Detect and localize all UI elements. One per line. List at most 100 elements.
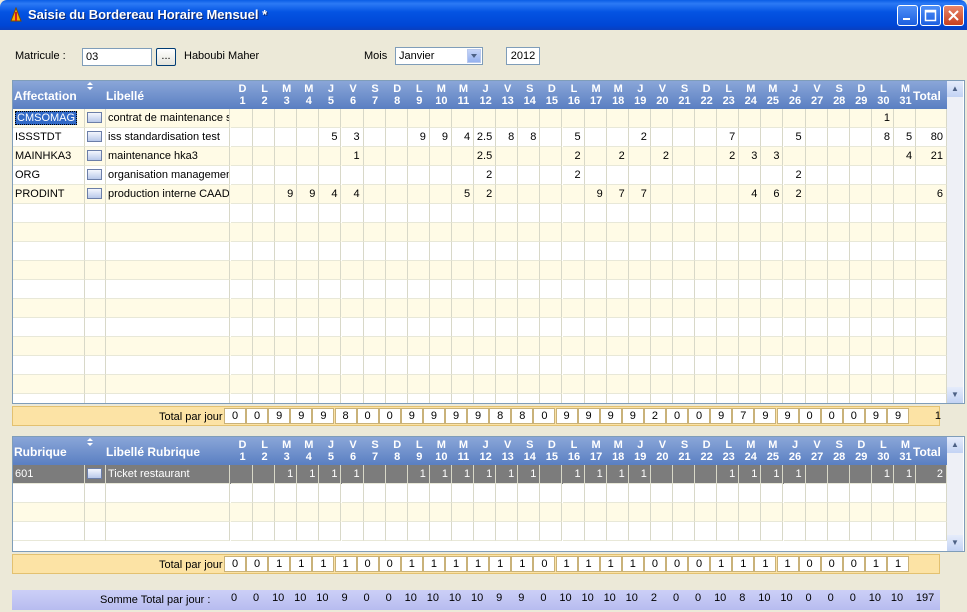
day-cell-30[interactable]	[871, 204, 894, 223]
day-cell-7[interactable]	[363, 204, 386, 223]
day-cell-11[interactable]	[452, 223, 475, 242]
day-cell-20[interactable]	[650, 484, 673, 503]
day-cell-13[interactable]: 1	[496, 465, 519, 484]
day-cell-6[interactable]	[341, 299, 364, 318]
day-cell-3[interactable]	[275, 109, 298, 128]
day-cell-26[interactable]	[783, 318, 806, 337]
day-cell-9[interactable]	[407, 204, 430, 223]
day-cell-25[interactable]: 6	[761, 185, 784, 204]
day-cell-10[interactable]	[429, 318, 452, 337]
day-header-7[interactable]: S7	[364, 83, 387, 107]
row-label[interactable]	[106, 394, 230, 403]
affectation-grid[interactable]: Affectation Libellé D1L2M3M4J5V6S7D8L9M1…	[12, 80, 965, 404]
day-cell-19[interactable]	[628, 375, 651, 394]
day-cell-20[interactable]	[650, 242, 673, 261]
day-cell-1[interactable]	[231, 128, 254, 147]
day-cell-23[interactable]	[717, 299, 740, 318]
day-cell-5[interactable]: 1	[319, 465, 342, 484]
day-cell-23[interactable]	[717, 375, 740, 394]
day-header-12[interactable]: J 12	[474, 83, 497, 107]
day-header-22[interactable]: D 22	[695, 439, 718, 463]
day-cell-9[interactable]	[407, 337, 430, 356]
day-cell-6[interactable]	[341, 503, 364, 522]
day-cell-20[interactable]	[650, 318, 673, 337]
day-cell-21[interactable]	[673, 484, 696, 503]
row-label[interactable]	[106, 356, 230, 375]
day-cell-26[interactable]	[783, 204, 806, 223]
day-cell-4[interactable]	[297, 318, 320, 337]
day-cell-13[interactable]	[496, 242, 519, 261]
day-cell-4[interactable]	[297, 261, 320, 280]
day-cell-15[interactable]	[540, 261, 563, 280]
day-cell-24[interactable]	[739, 394, 762, 403]
day-cell-19[interactable]	[628, 242, 651, 261]
day-cell-16[interactable]	[562, 484, 585, 503]
day-cell-2[interactable]	[253, 394, 276, 403]
day-cell-21[interactable]	[673, 147, 696, 166]
day-cell-25[interactable]	[761, 261, 784, 280]
day-cell-29[interactable]	[850, 394, 872, 403]
day-cell-27[interactable]	[805, 166, 828, 185]
row-code[interactable]	[13, 204, 85, 223]
day-cell-5[interactable]	[319, 318, 342, 337]
day-cell-17[interactable]	[584, 109, 607, 128]
day-cell-23[interactable]	[717, 318, 740, 337]
day-cell-13[interactable]	[496, 394, 519, 403]
empty-row[interactable]	[13, 204, 947, 223]
day-cell-19[interactable]: 1	[628, 465, 651, 484]
day-cell-18[interactable]	[606, 109, 629, 128]
day-header-4[interactable]: M4	[297, 439, 320, 463]
day-cell-5[interactable]	[319, 261, 342, 280]
day-cell-3[interactable]	[275, 503, 298, 522]
day-cell-26[interactable]	[783, 261, 806, 280]
day-cell-3[interactable]: 1	[275, 465, 298, 484]
day-cell-2[interactable]	[253, 109, 276, 128]
day-cell-21[interactable]	[673, 242, 696, 261]
day-cell-2[interactable]	[253, 204, 276, 223]
day-cell-19[interactable]	[628, 109, 651, 128]
day-cell-11[interactable]	[452, 337, 475, 356]
row-detail-button[interactable]	[87, 112, 102, 123]
day-cell-24[interactable]: 1	[739, 465, 762, 484]
day-cell-25[interactable]	[761, 375, 784, 394]
day-cell-17[interactable]	[585, 394, 607, 403]
day-cell-30[interactable]	[871, 375, 894, 394]
day-cell-7[interactable]	[363, 465, 386, 484]
day-cell-24[interactable]	[739, 204, 762, 223]
day-cell-16[interactable]	[562, 299, 585, 318]
day-cell-3[interactable]	[275, 280, 298, 299]
day-cell-22[interactable]	[695, 261, 718, 280]
day-cell-30[interactable]	[871, 337, 894, 356]
vertical-scrollbar[interactable]: ▲ ▼	[947, 81, 963, 403]
day-cell-29[interactable]	[849, 261, 872, 280]
col-total[interactable]: Total	[913, 445, 941, 459]
day-cell-18[interactable]	[606, 128, 629, 147]
day-cell-15[interactable]	[540, 522, 563, 541]
day-cell-18[interactable]	[606, 484, 629, 503]
day-cell-20[interactable]	[650, 356, 673, 375]
day-cell-17[interactable]	[584, 280, 607, 299]
day-cell-10[interactable]	[429, 299, 452, 318]
col-affectation[interactable]: Affectation	[14, 89, 77, 103]
day-cell-2[interactable]	[253, 299, 276, 318]
day-cell-9[interactable]	[407, 166, 430, 185]
day-header-27[interactable]: V 27	[806, 439, 829, 463]
day-cell-20[interactable]	[650, 185, 673, 204]
day-cell-24[interactable]	[739, 299, 762, 318]
day-cell-7[interactable]	[363, 522, 386, 541]
day-header-9[interactable]: L9	[408, 439, 431, 463]
day-header-5[interactable]: J5	[319, 439, 342, 463]
day-cell-15[interactable]	[540, 109, 563, 128]
day-cell-22[interactable]	[695, 185, 718, 204]
day-cell-29[interactable]	[849, 356, 872, 375]
day-cell-31[interactable]	[894, 109, 917, 128]
day-cell-12[interactable]: 2.5	[474, 128, 497, 147]
day-cell-31[interactable]	[894, 166, 917, 185]
day-cell-16[interactable]	[562, 522, 585, 541]
day-cell-2[interactable]	[253, 128, 276, 147]
day-cell-28[interactable]	[827, 185, 850, 204]
day-cell-29[interactable]	[849, 204, 872, 223]
day-cell-25[interactable]	[761, 166, 784, 185]
day-cell-5[interactable]	[319, 109, 342, 128]
day-cell-27[interactable]	[805, 356, 828, 375]
